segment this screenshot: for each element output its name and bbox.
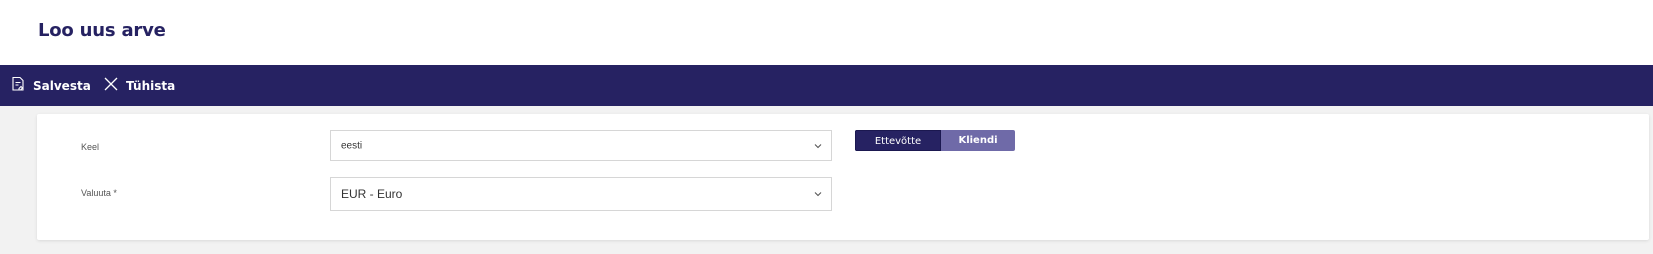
save-button[interactable]: Salvesta — [10, 65, 91, 106]
close-icon — [103, 76, 119, 92]
company-language-option[interactable]: Ettevõtte keel — [855, 130, 941, 151]
chevron-down-icon — [813, 189, 823, 199]
currency-select[interactable]: EUR - Euro — [330, 177, 832, 211]
action-toolbar: Salvesta Tühista — [0, 65, 1653, 106]
currency-label: Valuuta * — [81, 188, 117, 198]
language-source-toggle: Ettevõtte keel Kliendi keel — [855, 130, 1015, 151]
language-label: Keel — [81, 142, 100, 152]
chevron-down-icon — [813, 141, 823, 151]
invoice-settings-card — [37, 114, 1649, 240]
cancel-button[interactable]: Tühista — [103, 65, 175, 106]
language-select[interactable]: eesti — [330, 130, 832, 161]
save-icon — [10, 76, 26, 92]
client-language-option[interactable]: Kliendi keel — [941, 130, 1015, 151]
page-header: Loo uus arve — [0, 0, 1653, 65]
cancel-button-label: Tühista — [126, 78, 176, 93]
page-title: Loo uus arve — [38, 20, 166, 41]
currency-select-value: EUR - Euro — [341, 187, 403, 201]
save-button-label: Salvesta — [33, 78, 91, 93]
language-select-value: eesti — [341, 140, 363, 151]
